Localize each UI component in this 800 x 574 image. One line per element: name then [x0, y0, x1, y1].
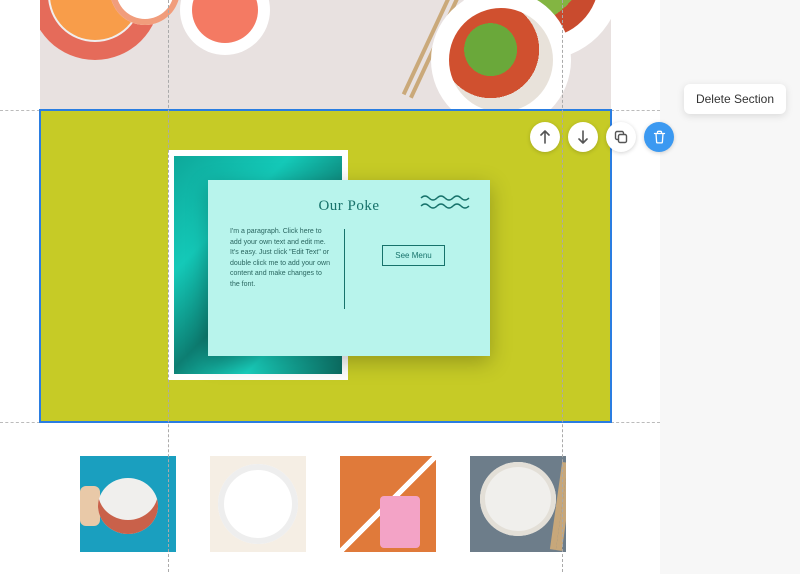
editor-canvas: Our Poke I'm a paragraph. Click here to … — [0, 0, 660, 574]
page: Our Poke I'm a paragraph. Click here to … — [40, 0, 611, 572]
hero-image-section[interactable] — [40, 0, 611, 110]
postcard[interactable]: Our Poke I'm a paragraph. Click here to … — [208, 180, 490, 356]
section-guide — [0, 110, 40, 111]
gallery-section[interactable] — [40, 422, 611, 572]
card-paragraph[interactable]: I'm a paragraph. Click here to add your … — [230, 227, 330, 290]
editor-side-panel: Delete Section — [660, 0, 800, 574]
delete-section-tooltip: Delete Section — [684, 84, 786, 114]
delete-button[interactable] — [644, 122, 674, 152]
gallery-thumb[interactable] — [210, 456, 306, 552]
move-down-button[interactable] — [568, 122, 598, 152]
gallery-thumb[interactable] — [340, 456, 436, 552]
duplicate-button[interactable] — [606, 122, 636, 152]
column-guide — [562, 0, 563, 572]
gallery-thumb[interactable] — [470, 456, 566, 552]
gallery-thumb[interactable] — [80, 456, 176, 552]
section-guide — [611, 422, 660, 423]
trash-icon — [653, 130, 666, 144]
divider — [344, 229, 345, 309]
section-actions — [530, 122, 674, 152]
see-menu-button[interactable]: See Menu — [382, 245, 444, 266]
selected-section[interactable]: Our Poke I'm a paragraph. Click here to … — [40, 110, 611, 422]
duplicate-icon — [614, 130, 628, 144]
arrow-up-icon — [539, 130, 551, 144]
food-bowl-image — [180, 0, 270, 55]
stamp-icon — [420, 194, 470, 214]
section-guide — [611, 110, 660, 111]
move-up-button[interactable] — [530, 122, 560, 152]
section-guide — [0, 422, 40, 423]
food-bowl-image — [431, 0, 571, 110]
card-body: I'm a paragraph. Click here to add your … — [230, 227, 468, 309]
arrow-down-icon — [577, 130, 589, 144]
column-guide — [168, 0, 169, 572]
